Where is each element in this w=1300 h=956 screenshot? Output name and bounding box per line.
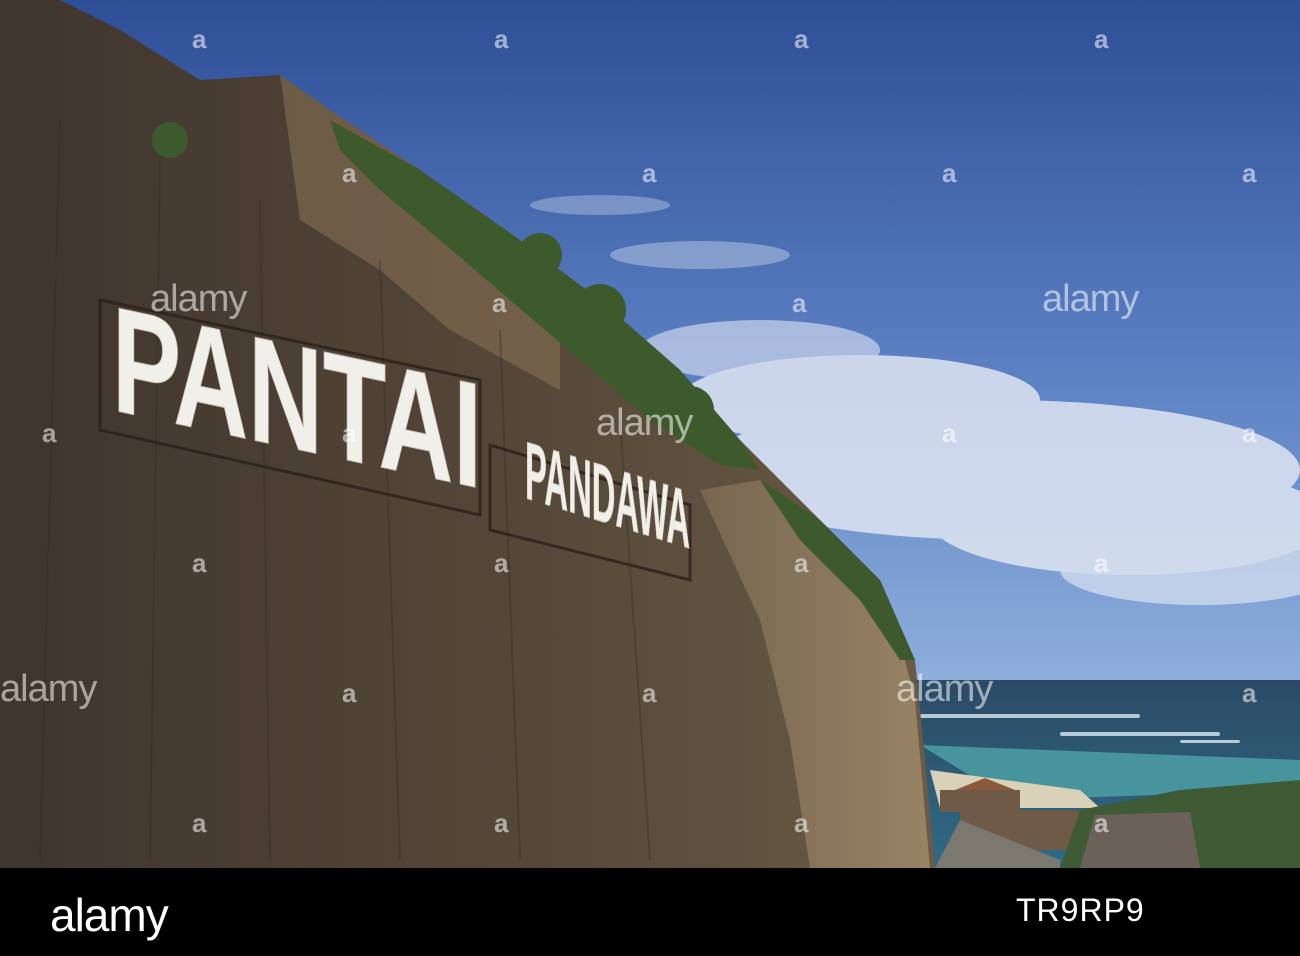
watermark-mark: a (342, 678, 357, 708)
watermark-mark: a (492, 288, 507, 318)
watermark-logo: alamy (1042, 278, 1139, 320)
watermark-mark: a (642, 158, 657, 188)
watermark-mark: a (42, 418, 57, 448)
watermark-logo: alamy (0, 668, 97, 710)
watermark-mark: a (792, 288, 807, 318)
footer-brand-logo: alamy (50, 889, 169, 941)
watermark-mark: a (794, 24, 809, 54)
watermark-mark: a (494, 24, 509, 54)
watermark-mark: a (342, 158, 357, 188)
watermark-mark: a (642, 678, 657, 708)
watermark-mark: a (1242, 158, 1257, 188)
watermark-mark: a (794, 548, 809, 578)
watermark-mark: a (1242, 418, 1257, 448)
watermark-logo: alamy (150, 278, 247, 320)
watermark-logo: alamy (896, 668, 993, 710)
watermark-mark: a (942, 158, 957, 188)
watermark-mark: a (1094, 548, 1109, 578)
watermark-mark: a (494, 808, 509, 838)
watermark-mark: a (1094, 24, 1109, 54)
watermark-mark: a (1242, 678, 1257, 708)
footer-image-id: TR9RP9 (1016, 892, 1145, 928)
photo-scene: PANTAI PANDAWA alamy alamy alamy alamy a… (0, 0, 1300, 868)
watermark-mark: a (794, 808, 809, 838)
watermark-mark: a (494, 548, 509, 578)
watermark-mark: a (942, 418, 957, 448)
watermark-mark: a (192, 24, 207, 54)
watermark-mark: a (1094, 808, 1109, 838)
watermark-mark: a (342, 418, 357, 448)
watermark-mark: a (192, 548, 207, 578)
watermark-footer-bar: alamy TR9RP9 (0, 868, 1300, 956)
watermark-mark: a (192, 808, 207, 838)
watermark-logo: alamy (596, 402, 693, 444)
